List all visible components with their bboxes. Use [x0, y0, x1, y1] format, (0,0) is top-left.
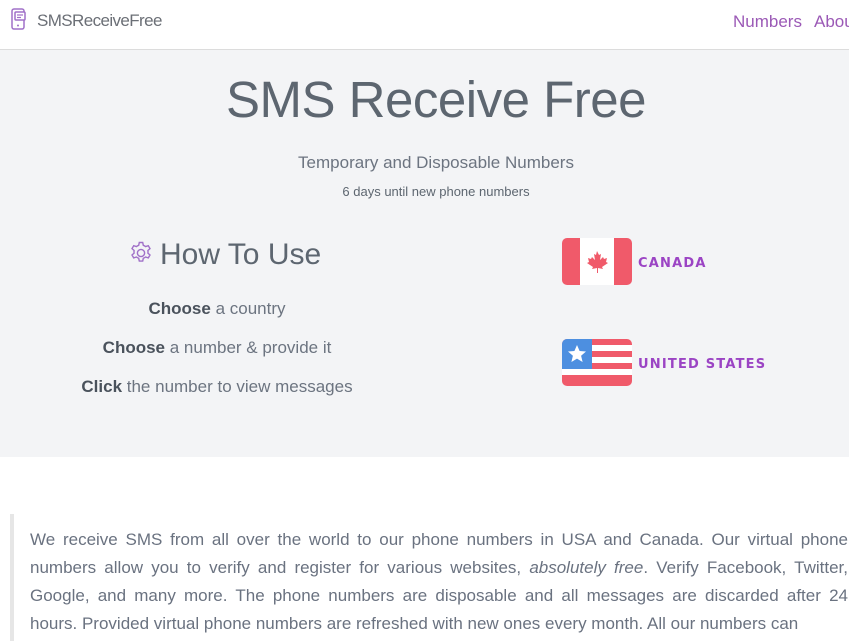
canada-flag-icon: [562, 238, 632, 289]
step-1: Choose a country: [0, 299, 434, 319]
step-1-text: a country: [210, 299, 286, 318]
page-title: SMS Receive Free: [226, 71, 646, 128]
country-link-united-states[interactable]: UNITED STATES: [562, 339, 766, 390]
step-2-text: a number & provide it: [165, 338, 332, 357]
brand-link[interactable]: SMSReceiveFree: [9, 8, 162, 34]
about-emphasis: absolutely free: [529, 558, 644, 577]
country-name-canada: CANADA: [638, 256, 707, 271]
country-link-canada[interactable]: CANADA: [562, 238, 707, 289]
how-to-use-title: How To Use: [160, 238, 322, 271]
gear-icon: [128, 240, 154, 270]
step-3-bold: Click: [81, 377, 123, 396]
countdown-text: 6 days until new phone numbers: [342, 184, 530, 199]
about-blockquote: We receive SMS from all over the world t…: [10, 514, 849, 641]
about-paragraph: We receive SMS from all over the world t…: [30, 526, 848, 638]
nav-link-numbers[interactable]: Numbers: [733, 12, 802, 32]
step-2: Choose a number & provide it: [0, 338, 434, 358]
country-name-united-states: UNITED STATES: [638, 357, 767, 372]
top-navbar: SMSReceiveFree Numbers About: [0, 0, 849, 50]
nav-link-about[interactable]: About: [814, 12, 849, 32]
phone-logo-icon: [9, 8, 31, 34]
how-to-use-heading: How To Use: [128, 238, 321, 272]
brand-name: SMSReceiveFree: [37, 11, 162, 30]
step-3: Click the number to view messages: [0, 377, 434, 397]
hero-subtitle: Temporary and Disposable Numbers: [298, 153, 574, 172]
step-3-text: the number to view messages: [122, 377, 353, 396]
step-1-bold: Choose: [148, 299, 211, 318]
step-2-bold: Choose: [102, 338, 166, 357]
hero-section: SMS Receive Free Temporary and Disposabl…: [0, 50, 849, 457]
usa-flag-icon: [562, 339, 632, 390]
